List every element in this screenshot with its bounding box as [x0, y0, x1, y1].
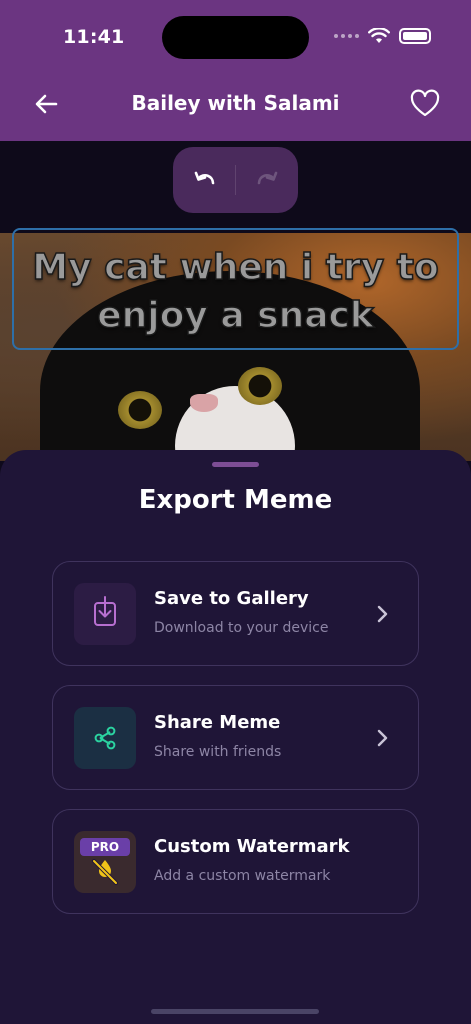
share-meme-button[interactable]: Share Meme Share with friends — [52, 685, 419, 790]
status-icons — [334, 28, 431, 44]
cat-eye-left — [118, 391, 162, 429]
cat-nose — [190, 394, 218, 412]
battery-icon — [399, 28, 431, 44]
custom-watermark-button[interactable]: PRO Custom Watermark Add a custom waterm… — [52, 809, 419, 914]
caption-line-2: enjoy a snack — [96, 294, 374, 337]
download-icon — [74, 583, 136, 645]
option-title: Share Meme — [154, 712, 281, 733]
caption-text: My cat when i try to enjoy a snack — [14, 244, 457, 340]
option-subtitle: Add a custom watermark — [154, 868, 331, 884]
caption-textbox[interactable]: My cat when i try to enjoy a snack — [12, 228, 459, 350]
option-title: Save to Gallery — [154, 588, 309, 609]
option-subtitle: Share with friends — [154, 744, 282, 760]
chevron-right-icon — [377, 605, 388, 623]
sheet-title: Export Meme — [138, 485, 333, 515]
chevron-right-icon — [377, 729, 388, 747]
save-to-gallery-button[interactable]: Save to Gallery Download to your device — [52, 561, 419, 666]
home-indicator — [151, 1009, 319, 1014]
signal-icon — [334, 34, 359, 38]
share-icon — [74, 707, 136, 769]
cat-eye-right — [238, 367, 282, 405]
app-header: 11:41 Bailey with Salami — [0, 0, 471, 141]
dynamic-island — [162, 16, 309, 59]
watermark-off-icon: PRO — [74, 831, 136, 893]
undo-icon[interactable] — [191, 166, 219, 194]
redo-icon[interactable] — [253, 166, 281, 194]
history-controls — [173, 147, 298, 213]
wifi-icon — [368, 28, 390, 43]
export-sheet: Export Meme Save to Gallery Download to … — [0, 450, 471, 1024]
caption-line-1: My cat when i try to — [32, 246, 440, 289]
page-title: Bailey with Salami — [131, 91, 340, 115]
sheet-grabber[interactable] — [212, 462, 259, 467]
history-divider — [235, 165, 236, 195]
option-title: Custom Watermark — [154, 836, 350, 857]
option-subtitle: Download to your device — [154, 620, 329, 636]
heart-icon[interactable] — [409, 88, 441, 120]
status-time: 11:41 — [63, 26, 125, 48]
